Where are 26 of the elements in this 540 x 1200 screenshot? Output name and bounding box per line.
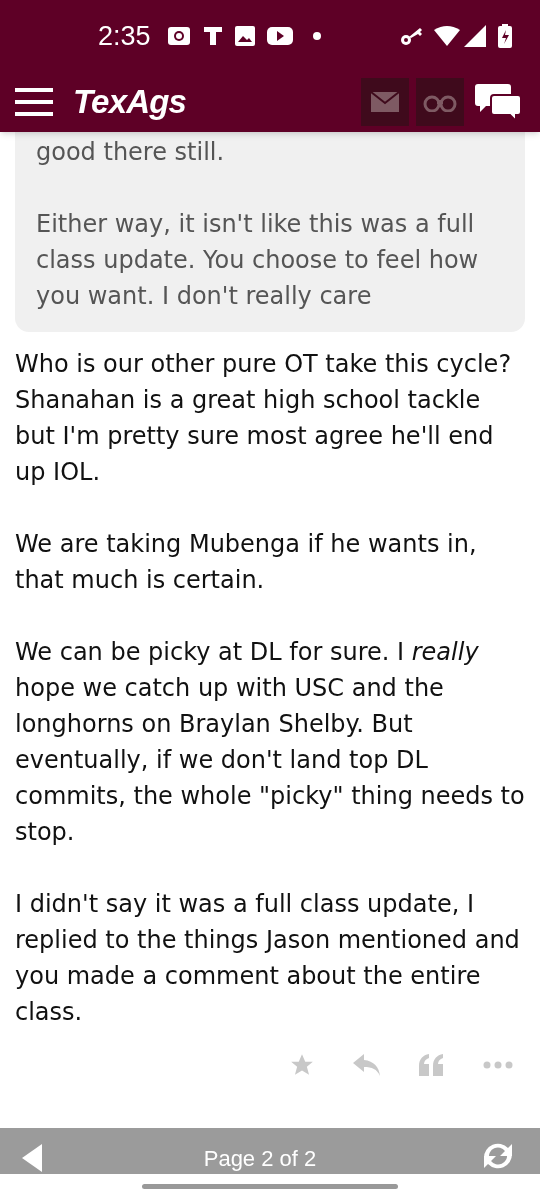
post-text: I didn't say it was a full class update, I replied to the things Jason mentioned and you made a comment about the entire class.	[15, 889, 521, 1028]
previous-icon[interactable]	[22, 1144, 42, 1172]
play-icon	[266, 26, 293, 46]
quote-text: good there still.	[36, 137, 226, 168]
quote-icon[interactable]	[419, 1054, 445, 1076]
quote-text: Either way, it isn't like this was a full class update. You choose to feel how you want. I don't really care	[36, 209, 480, 312]
chat-bubbles-icon[interactable]	[474, 82, 522, 122]
post-text: We are taking Mubenga if he wants in, that much is certain.	[15, 529, 478, 596]
site-logo[interactable]: TexAgs	[73, 77, 187, 127]
camera-icon	[166, 26, 191, 46]
letter-icon	[202, 26, 223, 46]
post-text: Who is our other pure OT take this cycle? Shanahan is a great high school tackle but I'm pretty sure most agree he'll end up IOL.	[15, 349, 513, 488]
post-text: We can be picky at DL for sure. I really hope we catch up with USC and the longhorns on Braylan Shelby. But eventually, if we don't land top DL commits, the whole "picky" thing needs to stop.	[15, 637, 525, 848]
envelope-icon	[371, 92, 399, 112]
menu-icon[interactable]	[15, 88, 53, 116]
wifi-icon	[434, 26, 460, 46]
messages-button[interactable]	[361, 78, 409, 126]
signal-icon	[464, 25, 486, 47]
dot-icon	[312, 32, 321, 40]
status-time: 2:35	[98, 19, 151, 53]
more-icon[interactable]	[483, 1061, 513, 1069]
page-label: Page 2 of 2	[202, 1146, 318, 1172]
watch-button[interactable]	[416, 78, 464, 126]
battery-icon	[498, 24, 512, 48]
image-icon	[234, 26, 255, 46]
reply-icon[interactable]	[353, 1054, 381, 1076]
